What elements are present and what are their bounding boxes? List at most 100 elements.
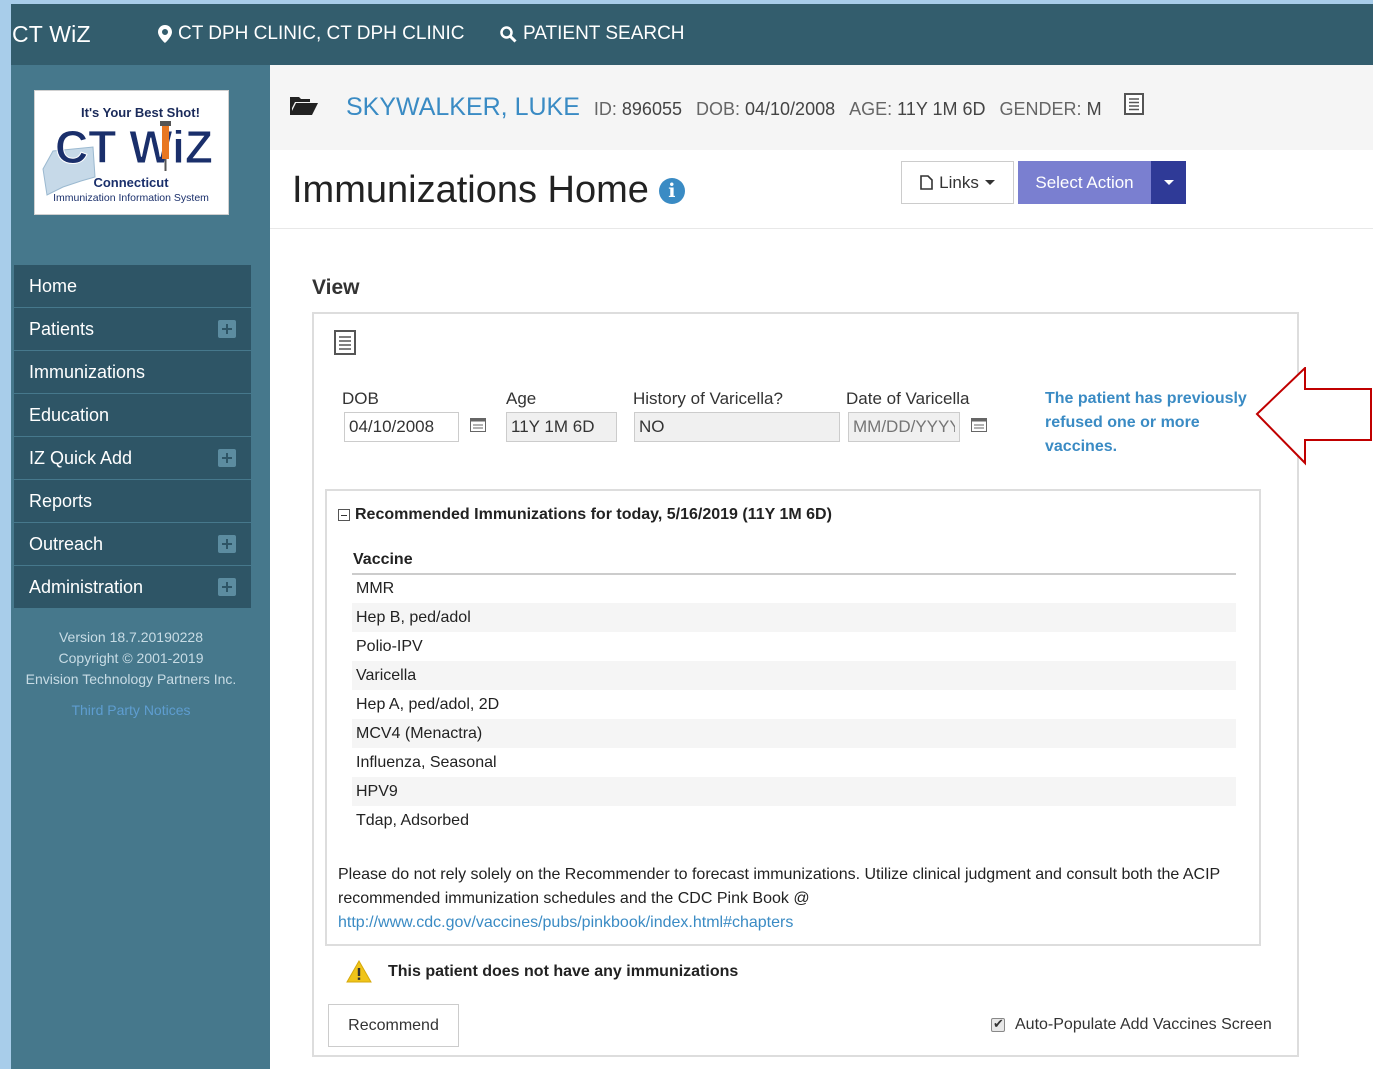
vaccine-name: Hep A, ped/adol, 2D: [356, 695, 500, 713]
dob-label: DOB:: [695, 99, 740, 119]
age-label: AGE:: [849, 99, 893, 119]
table-row: HPV9: [352, 777, 1236, 806]
search-icon: [500, 25, 517, 43]
patient-dob: DOB: 04/10/2008: [696, 99, 835, 120]
dob-value: 04/10/2008: [745, 99, 836, 119]
page-title: Immunizations Home i: [292, 169, 685, 212]
patient-info-row: SKYWALKER, LUKE ID: 896055 DOB: 04/10/20…: [290, 93, 1144, 122]
warning-icon: [346, 960, 372, 983]
auto-populate-label: Auto-Populate Add Vaccines Screen: [1015, 1016, 1272, 1033]
dob-field[interactable]: [344, 412, 459, 442]
document-icon[interactable]: [334, 330, 356, 355]
app-window: CT WiZ CT DPH CLINIC, CT DPH CLINIC PATI…: [11, 4, 1373, 1069]
page-title-text: Immunizations Home: [292, 169, 649, 211]
table-row: Influenza, Seasonal: [352, 748, 1236, 777]
table-row: Polio-IPV: [352, 632, 1236, 661]
links-dropdown-button[interactable]: Links: [901, 161, 1014, 204]
sidebar-item-label: Administration: [29, 576, 144, 597]
cdc-pinkbook-link[interactable]: http://www.cdc.gov/vaccines/pubs/pinkboo…: [338, 914, 793, 931]
sidebar-nav: Home Patients Immunizations Education IZ…: [14, 265, 251, 609]
varicella-date-field[interactable]: [848, 412, 960, 442]
expand-plus-icon[interactable]: [218, 320, 236, 338]
page-title-row: Immunizations Home i Links Select Action: [270, 150, 1373, 229]
select-action-toggle[interactable]: [1151, 161, 1186, 204]
calendar-icon[interactable]: [470, 418, 486, 432]
clinic-selector[interactable]: CT DPH CLINIC, CT DPH CLINIC: [158, 23, 464, 45]
sidebar-item-label: Patients: [29, 318, 95, 339]
patient-id: ID: 896055: [594, 99, 682, 120]
vaccine-name: Hep B, ped/adol: [352, 603, 1236, 632]
sidebar-item-label: Reports: [29, 490, 93, 511]
id-label: ID:: [593, 99, 617, 119]
folder-open-icon: [290, 97, 318, 115]
recommend-button[interactable]: Recommend: [328, 1004, 459, 1047]
svg-text:Connecticut: Connecticut: [93, 175, 169, 190]
patient-search-label: PATIENT SEARCH: [523, 23, 685, 44]
sidebar-item-home[interactable]: Home: [14, 265, 251, 307]
info-icon[interactable]: i: [658, 177, 685, 204]
refused-vaccines-note: The patient has previously refused one o…: [1045, 390, 1247, 455]
auto-populate-option[interactable]: Auto-Populate Add Vaccines Screen: [991, 1016, 1272, 1034]
table-row: Varicella: [352, 661, 1236, 690]
vaccine-name: MMR: [356, 580, 395, 597]
recommendations-title: Recommended Immunizations for today, 5/1…: [355, 506, 832, 523]
view-section-title: View: [312, 276, 360, 299]
sidebar-item-education[interactable]: Education: [14, 394, 251, 436]
expand-plus-icon[interactable]: [218, 449, 236, 467]
expand-plus-icon[interactable]: [218, 578, 236, 596]
select-action-button[interactable]: Select Action: [1018, 161, 1151, 204]
sidebar-item-patients[interactable]: Patients: [14, 308, 251, 350]
table-row: MCV4 (Menactra): [352, 719, 1236, 748]
sidebar: It's Your Best Shot! CT WiZ Connecticut …: [11, 65, 270, 1069]
age-field: [506, 412, 617, 442]
sidebar-footer: Version 18.7.20190228 Copyright © 2001-2…: [11, 627, 251, 721]
calendar-icon[interactable]: [971, 418, 987, 432]
annotation-arrow: [1255, 367, 1372, 466]
patient-search-link[interactable]: PATIENT SEARCH: [500, 23, 685, 45]
map-pin-icon: [158, 25, 172, 43]
top-bar: CT WiZ CT DPH CLINIC, CT DPH CLINIC PATI…: [11, 4, 1373, 65]
sidebar-item-immunizations[interactable]: Immunizations: [14, 351, 251, 393]
app-title[interactable]: CT WiZ: [12, 21, 91, 48]
company-text: Envision Technology Partners Inc.: [25, 671, 237, 687]
vaccine-column-header: Vaccine: [352, 546, 1236, 575]
table-row: Hep B, ped/adol: [352, 603, 1236, 632]
vaccine-name: Varicella: [352, 661, 1236, 690]
version-text: Version 18.7.20190228: [58, 629, 203, 645]
patient-age: AGE: 11Y 1M 6D: [849, 99, 985, 120]
gender-value: M: [1086, 99, 1102, 119]
copyright-text: Copyright © 2001-2019: [58, 650, 204, 666]
sidebar-item-label: Education: [29, 404, 110, 425]
collapse-icon[interactable]: [338, 509, 350, 521]
sidebar-item-label: Home: [29, 275, 78, 296]
document-icon[interactable]: [1123, 93, 1144, 115]
clinic-name: CT DPH CLINIC, CT DPH CLINIC: [178, 23, 465, 44]
table-row: MMR: [352, 574, 1236, 603]
auto-populate-checkbox[interactable]: [991, 1016, 1005, 1032]
sidebar-item-label: Immunizations: [29, 361, 146, 382]
age-value: 11Y 1M 6D: [897, 99, 986, 119]
vaccine-name: MCV4 (Menactra): [352, 719, 1236, 748]
sidebar-item-label: Outreach: [29, 533, 104, 554]
patient-header: SKYWALKER, LUKE ID: 896055 DOB: 04/10/20…: [270, 65, 1373, 150]
vaccine-name: Influenza, Seasonal: [356, 753, 497, 771]
dob-field-label: DOB: [342, 389, 379, 408]
sidebar-item-reports[interactable]: Reports: [14, 480, 251, 522]
patient-name[interactable]: SKYWALKER, LUKE: [346, 93, 580, 122]
sidebar-item-outreach[interactable]: Outreach: [14, 523, 251, 565]
third-party-notices-link[interactable]: Third Party Notices: [11, 700, 251, 721]
varicella-date-label: Date of Varicella: [846, 389, 970, 408]
patient-gender: GENDER: M: [1000, 99, 1102, 120]
ctwiz-logo[interactable]: It's Your Best Shot! CT WiZ Connecticut …: [34, 90, 229, 215]
disclaimer-text: Please do not rely solely on the Recomme…: [338, 866, 1220, 907]
links-label: Links: [939, 172, 979, 192]
chevron-down-icon: [1163, 180, 1174, 185]
expand-plus-icon[interactable]: [218, 535, 236, 553]
document-icon: [920, 175, 933, 190]
sidebar-item-administration[interactable]: Administration: [14, 566, 251, 608]
vaccine-name: Tdap, Adsorbed: [356, 811, 469, 829]
age-field-label: Age: [506, 389, 537, 408]
vaccine-name: HPV9: [352, 777, 1236, 806]
recommendations-header[interactable]: Recommended Immunizations for today, 5/1…: [338, 506, 832, 524]
sidebar-item-iz-quick-add[interactable]: IZ Quick Add: [14, 437, 251, 479]
